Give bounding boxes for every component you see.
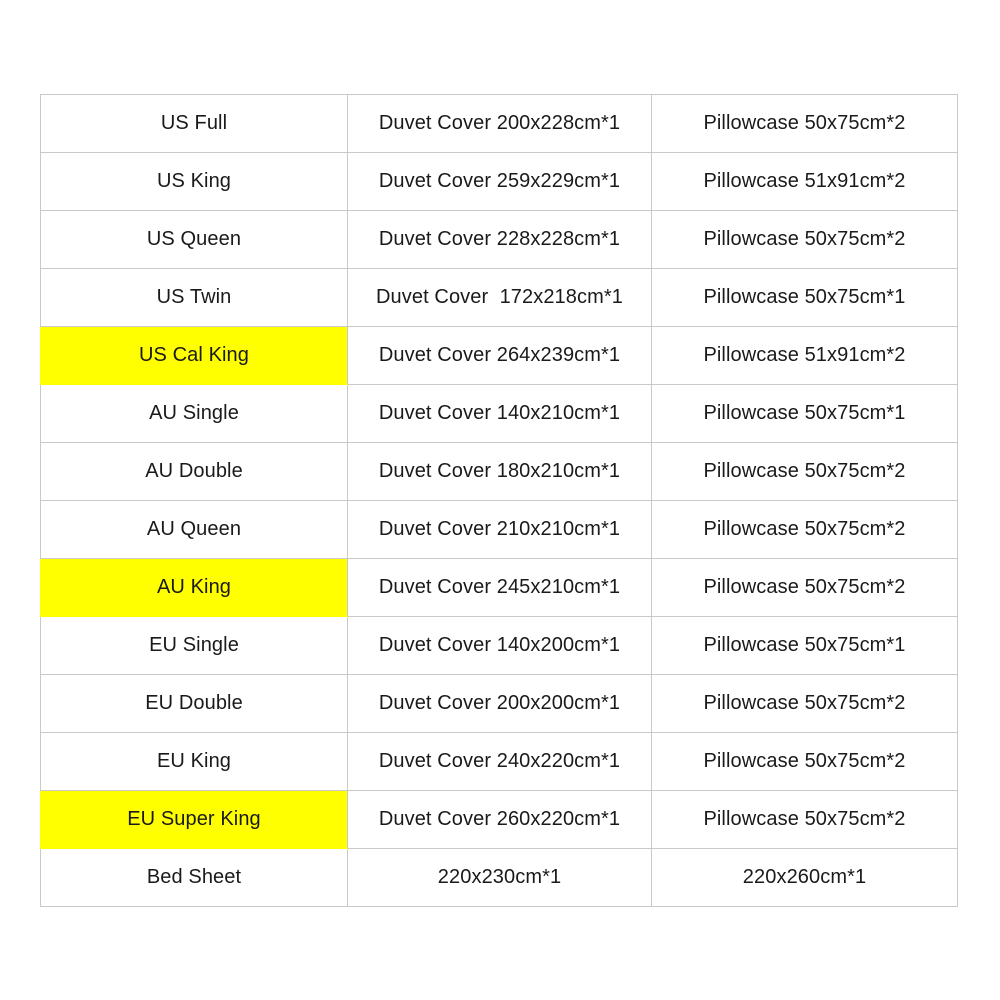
table-row: EU King Duvet Cover 240x220cm*1 Pillowcase… <box>40 732 958 791</box>
table-row: EU Double Duvet Cover 200x200cm*1 Pillowca… <box>40 674 958 733</box>
table-row: US Cal King Duvet Cover 264x239cm*1 Pillow… <box>40 326 958 385</box>
size-cell: AU Double <box>40 442 348 501</box>
duvet-cover-cell: 220x230cm*1 <box>347 848 652 907</box>
pillowcase-cell: Pillowcase 50x75cm*2 <box>651 558 958 617</box>
duvet-cover-cell: Duvet Cover 140x210cm*1 <box>347 384 652 443</box>
duvet-cover-cell: Duvet Cover 240x220cm*1 <box>347 732 652 791</box>
duvet-cover-cell: Duvet Cover 140x200cm*1 <box>347 616 652 675</box>
size-cell: US King <box>40 152 348 211</box>
table-row: EU Single Duvet Cover 140x200cm*1 Pillowca… <box>40 616 958 675</box>
table-row: AU Single Duvet Cover 140x210cm*1 Pillowca… <box>40 384 958 443</box>
pillowcase-cell: Pillowcase 50x75cm*1 <box>651 384 958 443</box>
table-row: US King Duvet Cover 259x229cm*1 Pillowcase… <box>40 152 958 211</box>
table-row: Bed Sheet 220x230cm*1 220x260cm*1 <box>40 848 958 907</box>
table-row: US Twin Duvet Cover 172x218cm*1 Pillowcase… <box>40 268 958 327</box>
pillowcase-cell: Pillowcase 50x75cm*1 <box>651 268 958 327</box>
table-row: AU Queen Duvet Cover 210x210cm*1 Pillowcas… <box>40 500 958 559</box>
size-cell: EU King <box>40 732 348 791</box>
size-cell: EU Super King <box>40 790 348 849</box>
duvet-cover-cell: Duvet Cover 200x200cm*1 <box>347 674 652 733</box>
size-cell: EU Single <box>40 616 348 675</box>
size-cell: US Twin <box>40 268 348 327</box>
table-row: US Full Duvet Cover 200x228cm*1 Pillowcase… <box>40 94 958 153</box>
size-table: US Full Duvet Cover 200x228cm*1 Pillowcase… <box>40 94 958 907</box>
page-root: US Full Duvet Cover 200x228cm*1 Pillowcase… <box>0 0 1000 1000</box>
size-cell: US Queen <box>40 210 348 269</box>
size-cell: AU Queen <box>40 500 348 559</box>
table-row: EU Super King Duvet Cover 260x220cm*1 Pill… <box>40 790 958 849</box>
table-row: AU Double Duvet Cover 180x210cm*1 Pillowca… <box>40 442 958 501</box>
duvet-cover-cell: Duvet Cover 259x229cm*1 <box>347 152 652 211</box>
duvet-cover-cell: Duvet Cover 200x228cm*1 <box>347 94 652 153</box>
duvet-cover-cell: Duvet Cover 180x210cm*1 <box>347 442 652 501</box>
size-cell: AU Single <box>40 384 348 443</box>
pillowcase-cell: Pillowcase 50x75cm*2 <box>651 94 958 153</box>
size-cell: EU Double <box>40 674 348 733</box>
pillowcase-cell: Pillowcase 50x75cm*2 <box>651 500 958 559</box>
duvet-cover-cell: Duvet Cover 172x218cm*1 <box>347 268 652 327</box>
table-row: US Queen Duvet Cover 228x228cm*1 Pillowcas… <box>40 210 958 269</box>
size-cell: US Cal King <box>40 326 348 385</box>
duvet-cover-cell: Duvet Cover 228x228cm*1 <box>347 210 652 269</box>
pillowcase-cell: Pillowcase 50x75cm*2 <box>651 674 958 733</box>
size-cell: US Full <box>40 94 348 153</box>
pillowcase-cell: Pillowcase 50x75cm*2 <box>651 210 958 269</box>
pillowcase-cell: Pillowcase 50x75cm*2 <box>651 790 958 849</box>
pillowcase-cell: Pillowcase 50x75cm*2 <box>651 442 958 501</box>
pillowcase-cell: Pillowcase 51x91cm*2 <box>651 152 958 211</box>
size-cell: AU King <box>40 558 348 617</box>
duvet-cover-cell: Duvet Cover 210x210cm*1 <box>347 500 652 559</box>
pillowcase-cell: 220x260cm*1 <box>651 848 958 907</box>
pillowcase-cell: Pillowcase 51x91cm*2 <box>651 326 958 385</box>
size-cell: Bed Sheet <box>40 848 348 907</box>
pillowcase-cell: Pillowcase 50x75cm*1 <box>651 616 958 675</box>
duvet-cover-cell: Duvet Cover 264x239cm*1 <box>347 326 652 385</box>
size-table-body: US Full Duvet Cover 200x228cm*1 Pillowcase… <box>40 94 958 907</box>
bedding-size-chart: US Full Duvet Cover 200x228cm*1 Pillowcase… <box>40 94 958 907</box>
duvet-cover-cell: Duvet Cover 260x220cm*1 <box>347 790 652 849</box>
pillowcase-cell: Pillowcase 50x75cm*2 <box>651 732 958 791</box>
duvet-cover-cell: Duvet Cover 245x210cm*1 <box>347 558 652 617</box>
table-row: AU King Duvet Cover 245x210cm*1 Pillowcase… <box>40 558 958 617</box>
